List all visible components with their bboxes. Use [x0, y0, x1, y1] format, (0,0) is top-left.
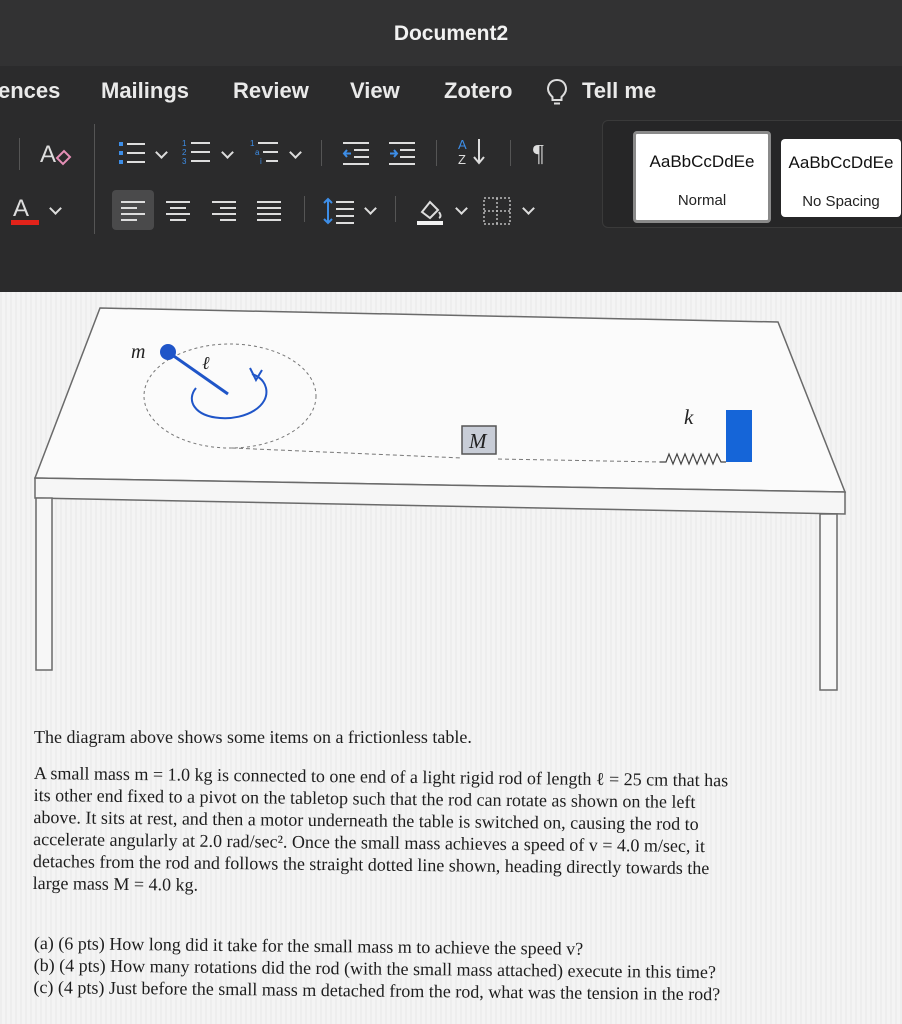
svg-text:2: 2: [182, 148, 187, 157]
svg-text:1: 1: [250, 139, 255, 148]
problem-paragraph: A small mass m = 1.0 kg is connected to …: [33, 762, 824, 902]
chevron-down-icon[interactable]: [155, 146, 168, 159]
decrease-indent-icon[interactable]: [342, 140, 370, 171]
svg-text:A: A: [13, 195, 29, 222]
borders-icon[interactable]: [482, 196, 512, 231]
separator: [19, 138, 20, 170]
line-spacing-icon[interactable]: [323, 196, 355, 231]
sort-icon[interactable]: A Z: [457, 136, 489, 173]
svg-text:a: a: [255, 148, 260, 157]
style-normal[interactable]: AaBbCcDdEe Normal: [633, 131, 771, 223]
style-sample: AaBbCcDdEe: [788, 153, 894, 172]
tab-zotero[interactable]: Zotero: [444, 78, 512, 104]
tab-references[interactable]: ences: [0, 78, 60, 104]
tab-mailings[interactable]: Mailings: [101, 78, 189, 104]
align-right-icon[interactable]: [211, 200, 237, 227]
tab-view[interactable]: View: [350, 78, 400, 104]
style-name: No Spacing: [802, 193, 880, 210]
font-color-icon[interactable]: A: [10, 194, 42, 233]
table-leg-left: [35, 497, 53, 671]
table-top: [33, 307, 847, 493]
bullets-icon[interactable]: [118, 140, 146, 171]
separator: [94, 124, 95, 234]
chevron-down-icon[interactable]: [522, 202, 535, 215]
style-name: Normal: [677, 192, 727, 209]
tab-review[interactable]: Review: [233, 78, 309, 104]
numbering-icon[interactable]: 1 2 3: [182, 138, 212, 171]
chevron-down-icon[interactable]: [221, 146, 234, 159]
physics-diagram: m ℓ M k: [33, 307, 847, 691]
chevron-down-icon[interactable]: [49, 202, 62, 215]
table-leg-right: [819, 513, 838, 691]
wall-block: [726, 410, 752, 462]
svg-text:A: A: [458, 137, 467, 152]
separator: [321, 140, 322, 166]
increase-indent-icon[interactable]: [388, 140, 416, 171]
justify-icon[interactable]: [256, 200, 282, 227]
separator: [436, 140, 437, 166]
shading-icon[interactable]: [414, 196, 446, 231]
lightbulb-icon: [546, 78, 568, 111]
spring-label: k: [684, 405, 694, 429]
align-left-button[interactable]: [112, 190, 154, 230]
style-sample: AaBbCcDdEe: [649, 152, 755, 171]
align-center-icon[interactable]: [165, 200, 191, 227]
intro-paragraph: The diagram above shows some items on a …: [34, 727, 472, 747]
document-page[interactable]: m ℓ M k The diagram above shows some ite…: [0, 292, 902, 1024]
chevron-down-icon[interactable]: [364, 202, 377, 215]
separator: [304, 196, 305, 222]
separator: [395, 196, 396, 222]
svg-text:i: i: [260, 157, 262, 166]
tell-me-search[interactable]: Tell me: [582, 78, 656, 104]
chevron-down-icon[interactable]: [455, 202, 468, 215]
ruler-area: [0, 248, 902, 292]
title-bar: Document2: [0, 0, 902, 67]
svg-text:3: 3: [182, 157, 187, 166]
multilevel-list-icon[interactable]: 1 a i: [250, 138, 280, 171]
document-title: Document2: [393, 22, 509, 45]
ribbon-tabs: ences Mailings Review View Zotero Tell m…: [0, 66, 902, 116]
questions-list: (a) (6 pts) How long did it take for the…: [33, 932, 824, 1006]
svg-text:A: A: [40, 141, 56, 168]
svg-text:¶: ¶: [533, 141, 544, 166]
small-mass: [160, 344, 176, 360]
small-mass-label: m: [131, 341, 145, 363]
svg-text:Z: Z: [458, 152, 466, 167]
separator: [510, 140, 511, 166]
chevron-down-icon[interactable]: [289, 146, 302, 159]
style-no-spacing[interactable]: AaBbCcDdEe No Spacing: [781, 139, 901, 217]
clear-formatting-icon[interactable]: A: [38, 138, 74, 173]
svg-text:1: 1: [182, 139, 187, 148]
pilcrow-icon[interactable]: ¶: [532, 138, 554, 171]
font-color-swatch: [11, 220, 39, 225]
large-mass-label: M: [468, 429, 488, 453]
styles-gallery: AaBbCcDdEe Normal AaBbCcDdEe No Spacing: [602, 120, 902, 228]
rod-label: ℓ: [202, 353, 210, 373]
